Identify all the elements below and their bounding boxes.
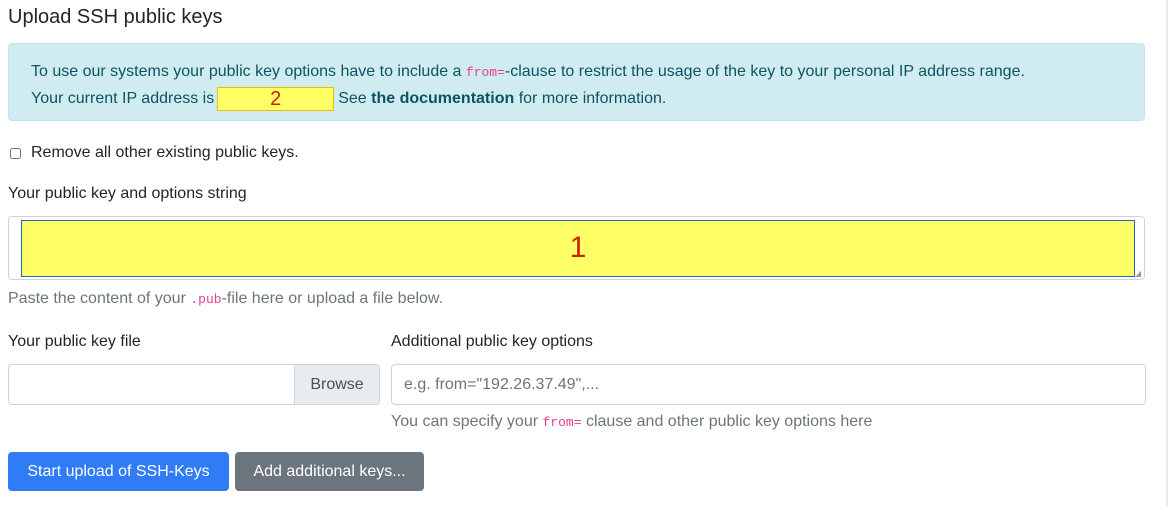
key-file-label: Your public key file xyxy=(8,333,141,350)
key-file-input[interactable]: Browse xyxy=(8,364,380,405)
help-text-before: Paste the content of your xyxy=(8,290,191,307)
ip-address-box: 2 xyxy=(217,87,335,111)
remove-keys-label: Remove all other existing public keys. xyxy=(31,144,299,161)
key-string-label: Your public key and options string xyxy=(8,185,247,202)
alert-text-before: To use our systems your public key optio… xyxy=(31,63,466,80)
start-upload-button[interactable]: Start upload of SSH-Keys xyxy=(8,452,229,491)
key-string-help: Paste the content of your .pub-file here… xyxy=(8,290,443,308)
browse-button[interactable]: Browse xyxy=(294,365,379,404)
see-text: See xyxy=(338,90,372,107)
alert-code: from= xyxy=(465,65,505,80)
resize-grip-icon[interactable]: ◢ xyxy=(1135,270,1142,278)
add-keys-button[interactable]: Add additional keys... xyxy=(235,452,424,491)
remove-keys-row[interactable]: Remove all other existing public keys. xyxy=(8,144,299,162)
info-alert: To use our systems your public key optio… xyxy=(8,43,1145,121)
key-options-input[interactable] xyxy=(391,364,1146,405)
options-help-code: from= xyxy=(542,415,582,430)
key-options-label: Additional public key options xyxy=(391,333,593,350)
help-text-after: -file here or upload a file below. xyxy=(221,290,444,307)
ip-prefix: Your current IP address is xyxy=(31,90,215,107)
key-string-textarea[interactable]: 1 xyxy=(21,220,1135,277)
key-string-container: 1 ◢ xyxy=(8,216,1145,280)
documentation-link[interactable]: the documentation xyxy=(371,90,514,108)
after-link-text: for more information. xyxy=(514,90,667,107)
remove-keys-checkbox[interactable] xyxy=(10,147,21,159)
key-options-help: You can specify your from= clause and ot… xyxy=(391,413,872,431)
alert-text-after: -clause to restrict the usage of the key… xyxy=(504,63,1025,80)
options-help-after: clause and other public key options here xyxy=(581,413,873,430)
alert-line-1: To use our systems your public key optio… xyxy=(31,63,1025,81)
alert-line-2: Your current IP address is 2 See the doc… xyxy=(31,87,666,111)
options-help-before: You can specify your xyxy=(391,413,543,430)
scrollbar-edge xyxy=(1166,0,1168,507)
help-code: .pub xyxy=(190,292,222,307)
page-title: Upload SSH public keys xyxy=(8,6,223,28)
